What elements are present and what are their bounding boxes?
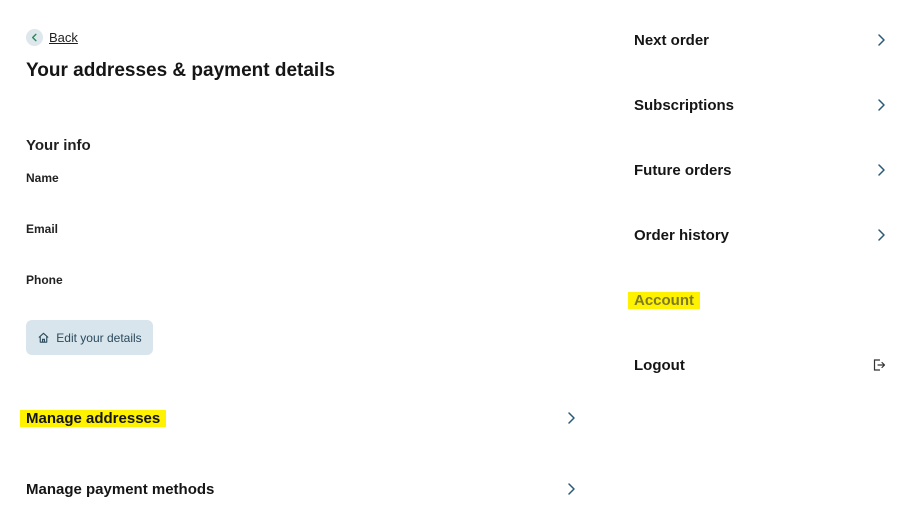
manage-addresses-label: Manage addresses <box>20 409 167 427</box>
menu-item-next-order[interactable]: Next order <box>628 28 886 52</box>
chevron-right-icon <box>876 98 886 112</box>
menu-item-label: Order history <box>634 226 730 244</box>
chevron-right-icon <box>566 411 576 425</box>
chevron-right-icon <box>876 228 886 242</box>
your-info-heading: Your info <box>26 137 91 154</box>
chevron-right-icon <box>876 163 886 177</box>
menu-item-order-history[interactable]: Order history <box>628 223 886 247</box>
page-title: Your addresses & payment details <box>26 60 336 81</box>
menu-item-label: Subscriptions <box>634 96 735 114</box>
chevron-left-icon <box>26 29 43 46</box>
menu-item-subscriptions[interactable]: Subscriptions <box>628 93 886 117</box>
menu-item-label: Account <box>628 291 700 309</box>
menu-item-future-orders[interactable]: Future orders <box>628 158 886 182</box>
chevron-right-icon <box>566 482 576 496</box>
manage-payment-row[interactable]: Manage payment methods <box>20 477 576 501</box>
menu-item-label: Future orders <box>634 161 732 179</box>
manage-payment-label: Manage payment methods <box>26 480 215 498</box>
phone-label: Phone <box>26 273 63 287</box>
menu-item-label: Next order <box>634 31 710 49</box>
edit-details-button[interactable]: Edit your details <box>26 320 153 355</box>
edit-details-label: Edit your details <box>56 330 142 345</box>
menu-item-account[interactable]: Account <box>628 288 886 312</box>
email-label: Email <box>26 222 59 236</box>
back-label: Back <box>49 30 78 45</box>
name-label: Name <box>26 171 59 185</box>
chevron-right-icon <box>876 33 886 47</box>
menu-item-logout[interactable]: Logout <box>628 353 886 377</box>
logout-icon <box>872 358 886 372</box>
manage-addresses-row[interactable]: Manage addresses <box>20 406 576 430</box>
menu-item-label: Logout <box>634 356 685 374</box>
home-icon <box>37 331 50 344</box>
back-link[interactable]: Back <box>26 29 78 46</box>
